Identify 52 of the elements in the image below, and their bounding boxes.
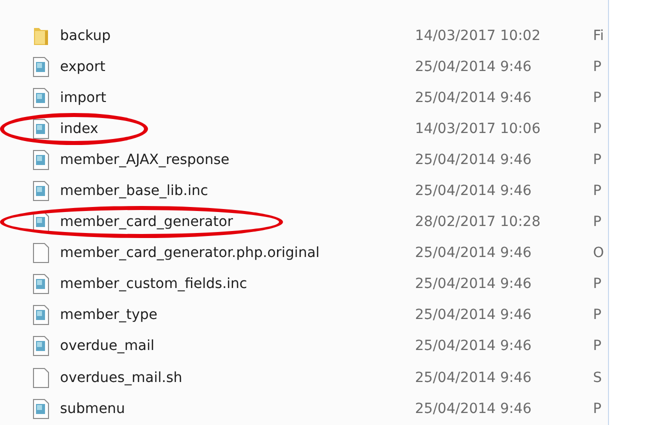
file-name[interactable]: index xyxy=(60,120,98,137)
date-modified: 28/02/2017 10:28 xyxy=(415,214,542,230)
script-file-icon xyxy=(32,398,50,419)
file-name[interactable]: member_card_generator xyxy=(60,214,233,230)
file-type: P xyxy=(593,90,602,106)
file-icon xyxy=(32,368,50,388)
date-modified: 25/04/2014 9:46 xyxy=(415,152,533,168)
file-type: P xyxy=(593,120,602,137)
file-name[interactable]: member_card_generator.php.original xyxy=(60,245,320,262)
date-modified: 25/04/2014 9:46 xyxy=(415,245,533,262)
script-file-icon xyxy=(32,150,50,170)
date-modified: 25/04/2014 9:46 xyxy=(415,58,533,75)
date-modified: 14/03/2017 10:02 xyxy=(415,28,542,44)
date-modified: 25/04/2014 9:46 xyxy=(415,338,533,354)
file-type: P xyxy=(593,276,602,292)
file-type: P xyxy=(593,307,602,324)
file-name[interactable]: submenu xyxy=(60,400,126,417)
script-file-icon xyxy=(32,305,50,326)
date-modified: 25/04/2014 9:46 xyxy=(415,400,533,417)
date-modified: 25/04/2014 9:46 xyxy=(415,370,533,386)
file-name[interactable]: member_type xyxy=(60,307,158,324)
script-file-icon xyxy=(32,88,50,108)
file-type: P xyxy=(593,152,602,168)
file-name[interactable]: overdue_mail xyxy=(60,338,154,354)
script-file-icon xyxy=(32,336,50,356)
script-file-icon xyxy=(32,274,50,294)
file-type: Fi xyxy=(593,28,605,44)
file-name[interactable]: import xyxy=(60,90,106,106)
script-file-icon xyxy=(32,212,50,232)
folder-icon xyxy=(32,26,50,46)
file-type: P xyxy=(593,58,602,75)
file-name[interactable]: member_base_lib.inc xyxy=(60,183,208,200)
file-type: S xyxy=(593,370,603,386)
script-file-icon xyxy=(32,56,50,77)
date-modified: 25/04/2014 9:46 xyxy=(415,90,533,106)
file-type: P xyxy=(593,338,602,354)
file-type: P xyxy=(593,214,602,230)
file-type: P xyxy=(593,183,602,200)
date-modified: 14/03/2017 10:06 xyxy=(415,120,542,137)
date-modified: 25/04/2014 9:46 xyxy=(415,183,533,200)
file-icon xyxy=(32,243,50,264)
file-type: P xyxy=(593,400,602,417)
file-name[interactable]: export xyxy=(60,58,106,75)
file-name[interactable]: member_AJAX_response xyxy=(60,152,230,168)
script-file-icon xyxy=(32,181,50,202)
date-modified: 25/04/2014 9:46 xyxy=(415,307,533,324)
file-name[interactable]: member_custom_fields.inc xyxy=(60,276,248,292)
file-type: O xyxy=(593,245,606,262)
script-file-icon xyxy=(32,118,50,139)
file-name[interactable]: backup xyxy=(60,28,111,44)
date-modified: 25/04/2014 9:46 xyxy=(415,276,533,292)
file-name[interactable]: overdues_mail.sh xyxy=(60,370,182,386)
